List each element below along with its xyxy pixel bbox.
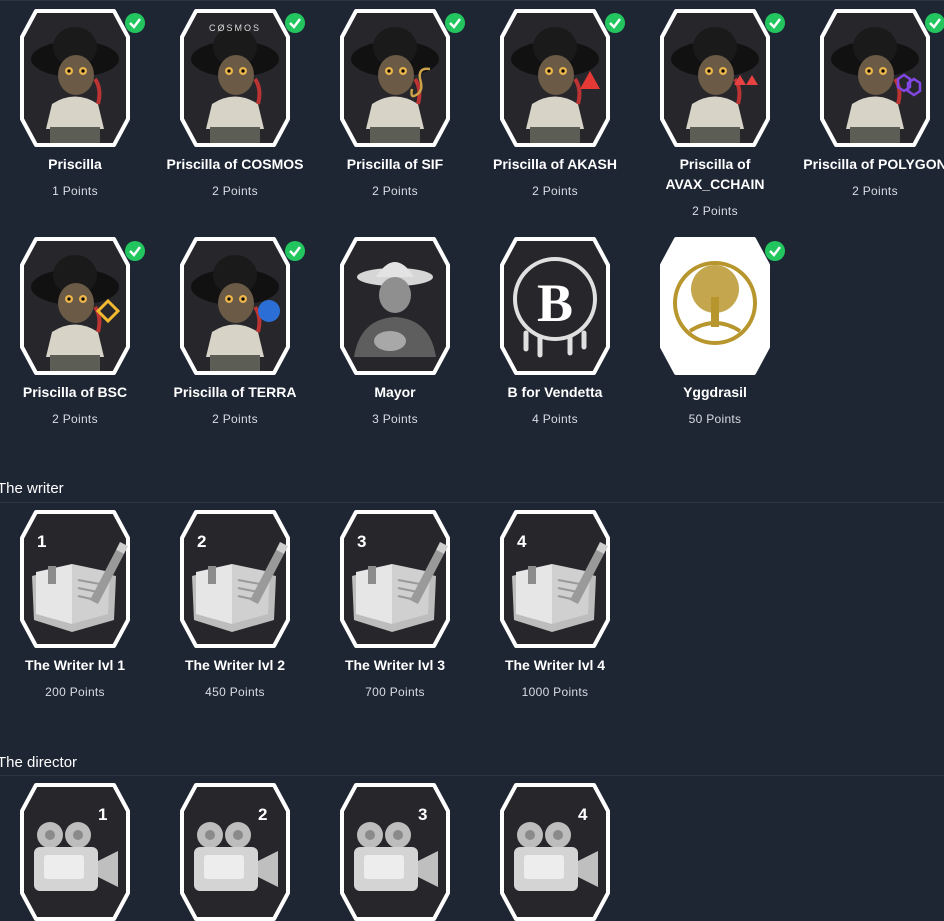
section-divider: [0, 502, 944, 503]
badge-points: 3 Points: [372, 412, 418, 426]
badge-points: 2 Points: [852, 184, 898, 198]
badge-title: Priscilla of COSMOS: [166, 156, 304, 172]
badge-image: 2: [180, 510, 290, 648]
badge-points: 700 Points: [365, 685, 425, 699]
badge-title: The Writer lvl 3: [344, 657, 446, 673]
level-number: 1: [98, 805, 108, 824]
badge-points: 450 Points: [205, 685, 265, 699]
checkmark-icon: [925, 13, 944, 33]
badge-image: 4: [500, 510, 610, 648]
badge-image: [660, 237, 770, 375]
badge-title: B for Vendetta: [507, 384, 603, 400]
level-number: 2: [197, 532, 207, 551]
badge-points: 1 Points: [52, 184, 98, 198]
badge-points: 2 Points: [692, 204, 738, 218]
badge-points: 2 Points: [372, 184, 418, 198]
badge-points: 1000 Points: [521, 685, 589, 699]
badge-title: Priscilla of SIF: [346, 156, 444, 172]
checkmark-icon: [125, 13, 145, 33]
badge-title: Priscilla of AVAX_CCHAIN: [665, 156, 765, 192]
level-number: 1: [37, 532, 47, 551]
badge-points: 4 Points: [532, 412, 578, 426]
checkmark-icon: [765, 13, 785, 33]
badge-image: [500, 9, 610, 147]
badge-image: [820, 9, 930, 147]
checkmark-icon: [285, 13, 305, 33]
checkmark-icon: [125, 241, 145, 261]
badge-title: The Writer lvl 2: [184, 657, 286, 673]
badge-title: Priscilla: [48, 156, 102, 172]
badge-image: [20, 9, 130, 147]
level-number: 3: [357, 532, 367, 551]
section-title-writer: The writer: [0, 480, 64, 497]
section-title-director: The director: [0, 754, 78, 771]
badge-image: 4: [500, 783, 610, 921]
badge-points: 200 Points: [45, 685, 105, 699]
svg-text:B: B: [537, 273, 573, 333]
badge-image: [20, 237, 130, 375]
badge-image: [340, 237, 450, 375]
badge-title: Yggdrasil: [683, 384, 747, 400]
level-number: 3: [418, 805, 428, 824]
badge-points: 2 Points: [532, 184, 578, 198]
badge-image: [660, 9, 770, 147]
badge-title: Mayor: [374, 384, 416, 400]
badge-image: [180, 237, 290, 375]
badge-image: 3: [340, 783, 450, 921]
badge-image: [340, 9, 450, 147]
checkmark-icon: [445, 13, 465, 33]
badge-title: Priscilla of AKASH: [493, 156, 617, 172]
badge-points: 2 Points: [212, 412, 258, 426]
badge-points: 50 Points: [688, 412, 742, 426]
badge-image: 3: [340, 510, 450, 648]
badge-image: B: [500, 237, 610, 375]
badge-image: 1: [20, 783, 130, 921]
checkmark-icon: [765, 241, 785, 261]
badge-title: The Writer lvl 4: [504, 657, 606, 673]
level-number: 4: [517, 532, 527, 551]
badge-image: CØSMOS: [180, 9, 290, 147]
badge-title: The Writer lvl 1: [24, 657, 126, 673]
badge-title: Priscilla of POLYGON: [803, 156, 944, 172]
badge-image: 1: [20, 510, 130, 648]
badge-points: 2 Points: [52, 412, 98, 426]
checkmark-icon: [285, 241, 305, 261]
cosmos-logo-text: CØSMOS: [209, 23, 261, 33]
checkmark-icon: [605, 13, 625, 33]
badge-title: Priscilla of BSC: [22, 384, 128, 400]
badge-image: 2: [180, 783, 290, 921]
section-divider: [0, 775, 944, 776]
level-number: 4: [578, 805, 588, 824]
level-number: 2: [258, 805, 268, 824]
terra-logo-icon: [258, 300, 280, 322]
badge-points: 2 Points: [212, 184, 258, 198]
badge-title: Priscilla of TERRA: [173, 384, 297, 400]
top-divider: [0, 0, 944, 1]
